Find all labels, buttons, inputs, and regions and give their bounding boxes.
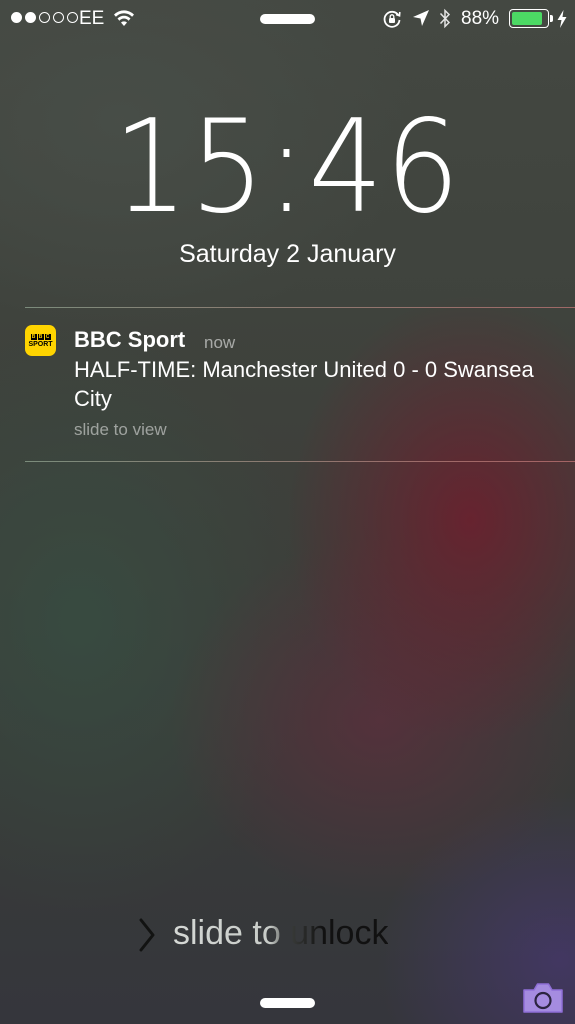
chevron-right-icon bbox=[138, 918, 156, 957]
notification-action-hint: slide to view bbox=[74, 420, 167, 439]
bbc-logo-blocks: B B C bbox=[30, 333, 51, 340]
signal-dot bbox=[11, 12, 22, 23]
signal-strength-icon bbox=[11, 12, 78, 23]
slide-to-unlock-label: slide to unlock bbox=[173, 914, 389, 952]
signal-dot bbox=[67, 12, 78, 23]
bbc-logo-label: SPORT bbox=[28, 340, 53, 348]
notification-app-name: BBC Sport bbox=[74, 327, 186, 352]
battery-percentage: 88% bbox=[461, 8, 500, 29]
location-arrow-icon bbox=[412, 9, 430, 33]
battery-icon bbox=[509, 9, 549, 28]
notification-divider bbox=[25, 307, 575, 308]
bluetooth-icon bbox=[439, 8, 451, 35]
slide-to-unlock[interactable]: slide to unlock bbox=[0, 912, 575, 956]
status-bar: EE 88% bbox=[0, 0, 575, 38]
notification-time: now bbox=[204, 333, 236, 352]
battery-tip bbox=[550, 15, 553, 22]
bbc-logo-block: B bbox=[37, 333, 44, 340]
lock-screen-clock: 15:46 bbox=[0, 98, 575, 238]
camera-icon[interactable] bbox=[521, 981, 565, 1020]
bbc-sport-app-icon: B B C SPORT bbox=[25, 325, 56, 356]
bbc-logo-block: C bbox=[44, 333, 51, 340]
wifi-icon bbox=[113, 9, 135, 33]
control-center-grabber[interactable] bbox=[260, 998, 315, 1008]
bbc-logo-block: B bbox=[30, 333, 37, 340]
notification-message: HALF-TIME: Manchester United 0 - 0 Swans… bbox=[74, 357, 534, 411]
notification-divider bbox=[25, 461, 575, 462]
charging-bolt-icon bbox=[557, 10, 567, 34]
signal-dot bbox=[25, 12, 36, 23]
lock-screen-date: Saturday 2 January bbox=[179, 240, 396, 268]
signal-dot bbox=[39, 12, 50, 23]
signal-dot bbox=[53, 12, 64, 23]
battery-level-fill bbox=[512, 12, 542, 25]
notification-center-grabber[interactable] bbox=[260, 14, 315, 24]
rotation-lock-icon bbox=[382, 9, 402, 35]
carrier-name: EE bbox=[79, 8, 105, 29]
clock-time: 15:46 bbox=[113, 93, 462, 242]
